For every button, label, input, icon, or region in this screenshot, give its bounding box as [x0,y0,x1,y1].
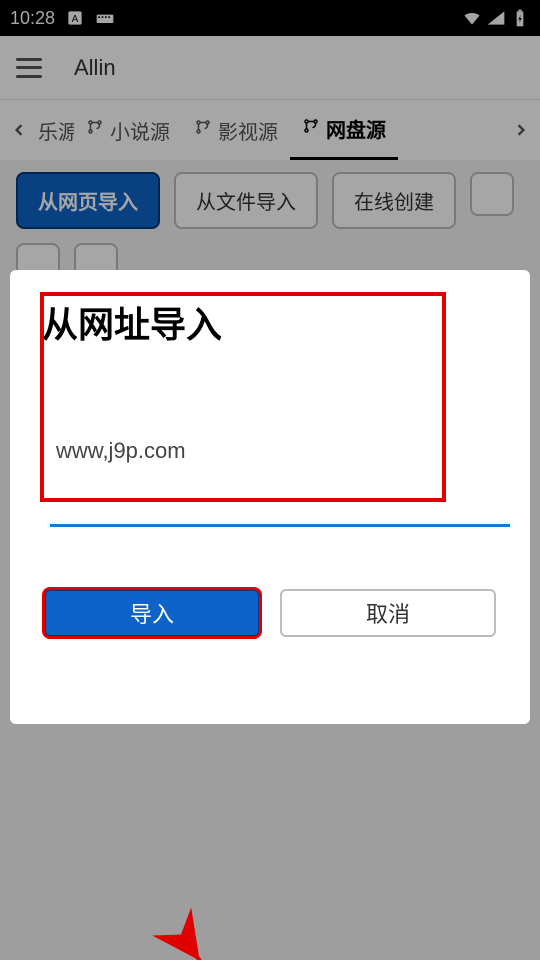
url-input[interactable] [50,376,510,527]
import-url-dialog: 从网址导入 导入 取消 [10,270,530,724]
import-button[interactable]: 导入 [44,589,260,637]
cancel-button[interactable]: 取消 [280,589,496,637]
dialog-title: 从网址导入 [42,296,506,348]
